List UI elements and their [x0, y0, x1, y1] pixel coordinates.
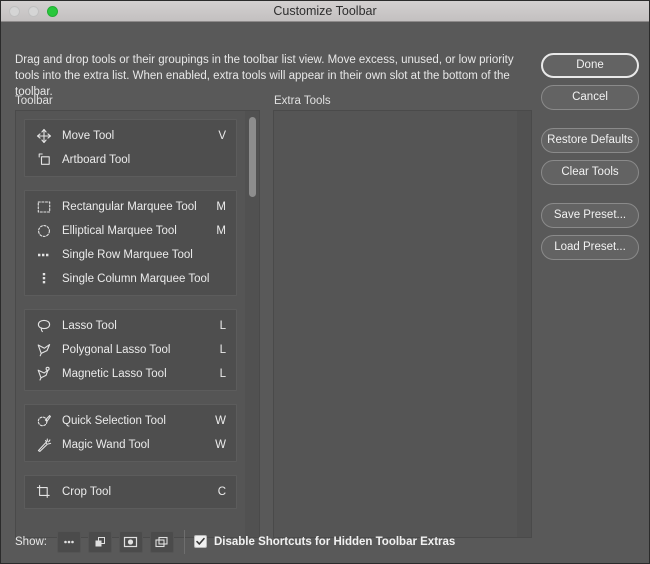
single-column-marquee-tool-icon: [34, 269, 54, 289]
tool-name: Move Tool: [62, 130, 115, 142]
toolbar-list-panel[interactable]: Move Tool V Artboard Tool Rectangular Marqu…: [15, 110, 260, 538]
tool-row[interactable]: Move Tool V: [25, 124, 236, 148]
extra-tools-panel[interactable]: [273, 110, 532, 538]
lasso-tool-icon: [34, 316, 54, 336]
show-label: Show:: [15, 535, 47, 548]
tool-name: Elliptical Marquee Tool: [62, 225, 177, 237]
footer-divider: [183, 529, 185, 554]
tool-row[interactable]: Polygonal Lasso Tool L: [25, 338, 236, 362]
toolbar-scrollbar-thumb[interactable]: [249, 117, 256, 197]
extra-tools-ellipsis-icon[interactable]: [56, 530, 81, 553]
foreground-background-color-icon[interactable]: [87, 530, 112, 553]
close-window-icon[interactable]: [9, 5, 20, 17]
tool-row[interactable]: Magnetic Lasso Tool L: [25, 362, 236, 386]
tool-name: Magic Wand Tool: [62, 439, 150, 451]
tool-row[interactable]: Lasso Tool L: [25, 314, 236, 338]
extra-tools-list: [274, 111, 517, 119]
zoom-window-icon[interactable]: [47, 5, 58, 17]
restore-defaults-button[interactable]: Restore Defaults: [541, 128, 639, 153]
tool-shortcut-key: W: [215, 415, 226, 427]
tool-shortcut-key: W: [215, 439, 226, 451]
tool-row[interactable]: Magic Wand Tool W: [25, 433, 236, 457]
quick-selection-tool-icon: [34, 411, 54, 431]
window-title: Customize Toolbar: [273, 4, 377, 18]
load-preset-button[interactable]: Load Preset...: [541, 235, 639, 260]
clear-tools-button[interactable]: Clear Tools: [541, 160, 639, 185]
magic-wand-tool-icon: [34, 435, 54, 455]
toolbar-tool-list: Move Tool V Artboard Tool Rectangular Marqu…: [16, 111, 245, 522]
tool-group[interactable]: Lasso Tool L Polygonal Lasso Tool L Magnetic…: [24, 309, 237, 391]
magnetic-lasso-tool-icon: [34, 364, 54, 384]
screen-mode-icon[interactable]: [149, 530, 174, 553]
disable-shortcuts-label: Disable Shortcuts for Hidden Toolbar Ext…: [213, 535, 456, 548]
elliptical-marquee-tool-icon: [34, 221, 54, 241]
tool-row[interactable]: Quick Selection Tool W: [25, 409, 236, 433]
dialog-body: Drag and drop tools or their groupings i…: [1, 22, 649, 563]
tool-name: Rectangular Marquee Tool: [62, 201, 197, 213]
tool-row[interactable]: Artboard Tool: [25, 148, 236, 172]
toolbar-scrollbar-track[interactable]: [245, 111, 259, 537]
traffic-lights: [9, 5, 58, 17]
done-button[interactable]: Done: [541, 53, 639, 78]
tool-row[interactable]: Elliptical Marquee Tool M: [25, 219, 236, 243]
single-row-marquee-tool-icon: [34, 245, 54, 265]
extra-tools-column-label: Extra Tools: [274, 95, 331, 107]
tool-group[interactable]: Move Tool V Artboard Tool: [24, 119, 237, 177]
disable-shortcuts-checkbox[interactable]: [193, 535, 207, 548]
customize-toolbar-dialog: Customize Toolbar Drag and drop tools or…: [0, 0, 650, 564]
tool-shortcut-key: L: [219, 368, 226, 380]
tool-name: Lasso Tool: [62, 320, 117, 332]
tool-name: Single Column Marquee Tool: [62, 273, 210, 285]
tool-name: Quick Selection Tool: [62, 415, 166, 427]
tool-group[interactable]: Quick Selection Tool W Magic Wand Tool W: [24, 404, 237, 462]
tool-group[interactable]: Crop Tool C: [24, 475, 237, 509]
cancel-button[interactable]: Cancel: [541, 85, 639, 110]
tool-shortcut-key: L: [219, 344, 226, 356]
dialog-footer: Show: Disable Shortcuts for Hidden Toolb…: [1, 518, 649, 563]
extra-tools-scrollbar-track[interactable]: [517, 111, 531, 537]
artboard-tool-icon: [34, 150, 54, 170]
tool-row[interactable]: Single Row Marquee Tool: [25, 243, 236, 267]
tool-name: Single Row Marquee Tool: [62, 249, 193, 261]
tool-name: Magnetic Lasso Tool: [62, 368, 167, 380]
tool-name: Crop Tool: [62, 486, 112, 498]
tool-shortcut-key: C: [217, 486, 226, 498]
save-preset-button[interactable]: Save Preset...: [541, 203, 639, 228]
tool-shortcut-key: L: [219, 320, 226, 332]
tool-name: Polygonal Lasso Tool: [62, 344, 171, 356]
quick-mask-mode-icon[interactable]: [118, 530, 143, 553]
tool-row[interactable]: Single Column Marquee Tool: [25, 267, 236, 291]
minimize-window-icon[interactable]: [28, 5, 39, 17]
tool-shortcut-key: M: [216, 201, 226, 213]
tool-row[interactable]: Crop Tool C: [25, 480, 236, 504]
tool-row[interactable]: Rectangular Marquee Tool M: [25, 195, 236, 219]
dialog-button-column: Done Cancel Restore Defaults Clear Tools Sav…: [541, 53, 639, 267]
tool-name: Artboard Tool: [62, 154, 131, 166]
tool-group[interactable]: Rectangular Marquee Tool M Elliptical Marq…: [24, 190, 237, 296]
polygonal-lasso-tool-icon: [34, 340, 54, 360]
toolbar-column-label: Toolbar: [15, 95, 53, 107]
dialog-description: Drag and drop tools or their groupings i…: [15, 54, 514, 98]
crop-tool-icon: [34, 482, 54, 502]
rectangular-marquee-tool-icon: [34, 197, 54, 217]
tool-shortcut-key: M: [216, 225, 226, 237]
tool-shortcut-key: V: [218, 130, 226, 142]
window-titlebar: Customize Toolbar: [1, 1, 649, 22]
move-tool-icon: [34, 126, 54, 146]
